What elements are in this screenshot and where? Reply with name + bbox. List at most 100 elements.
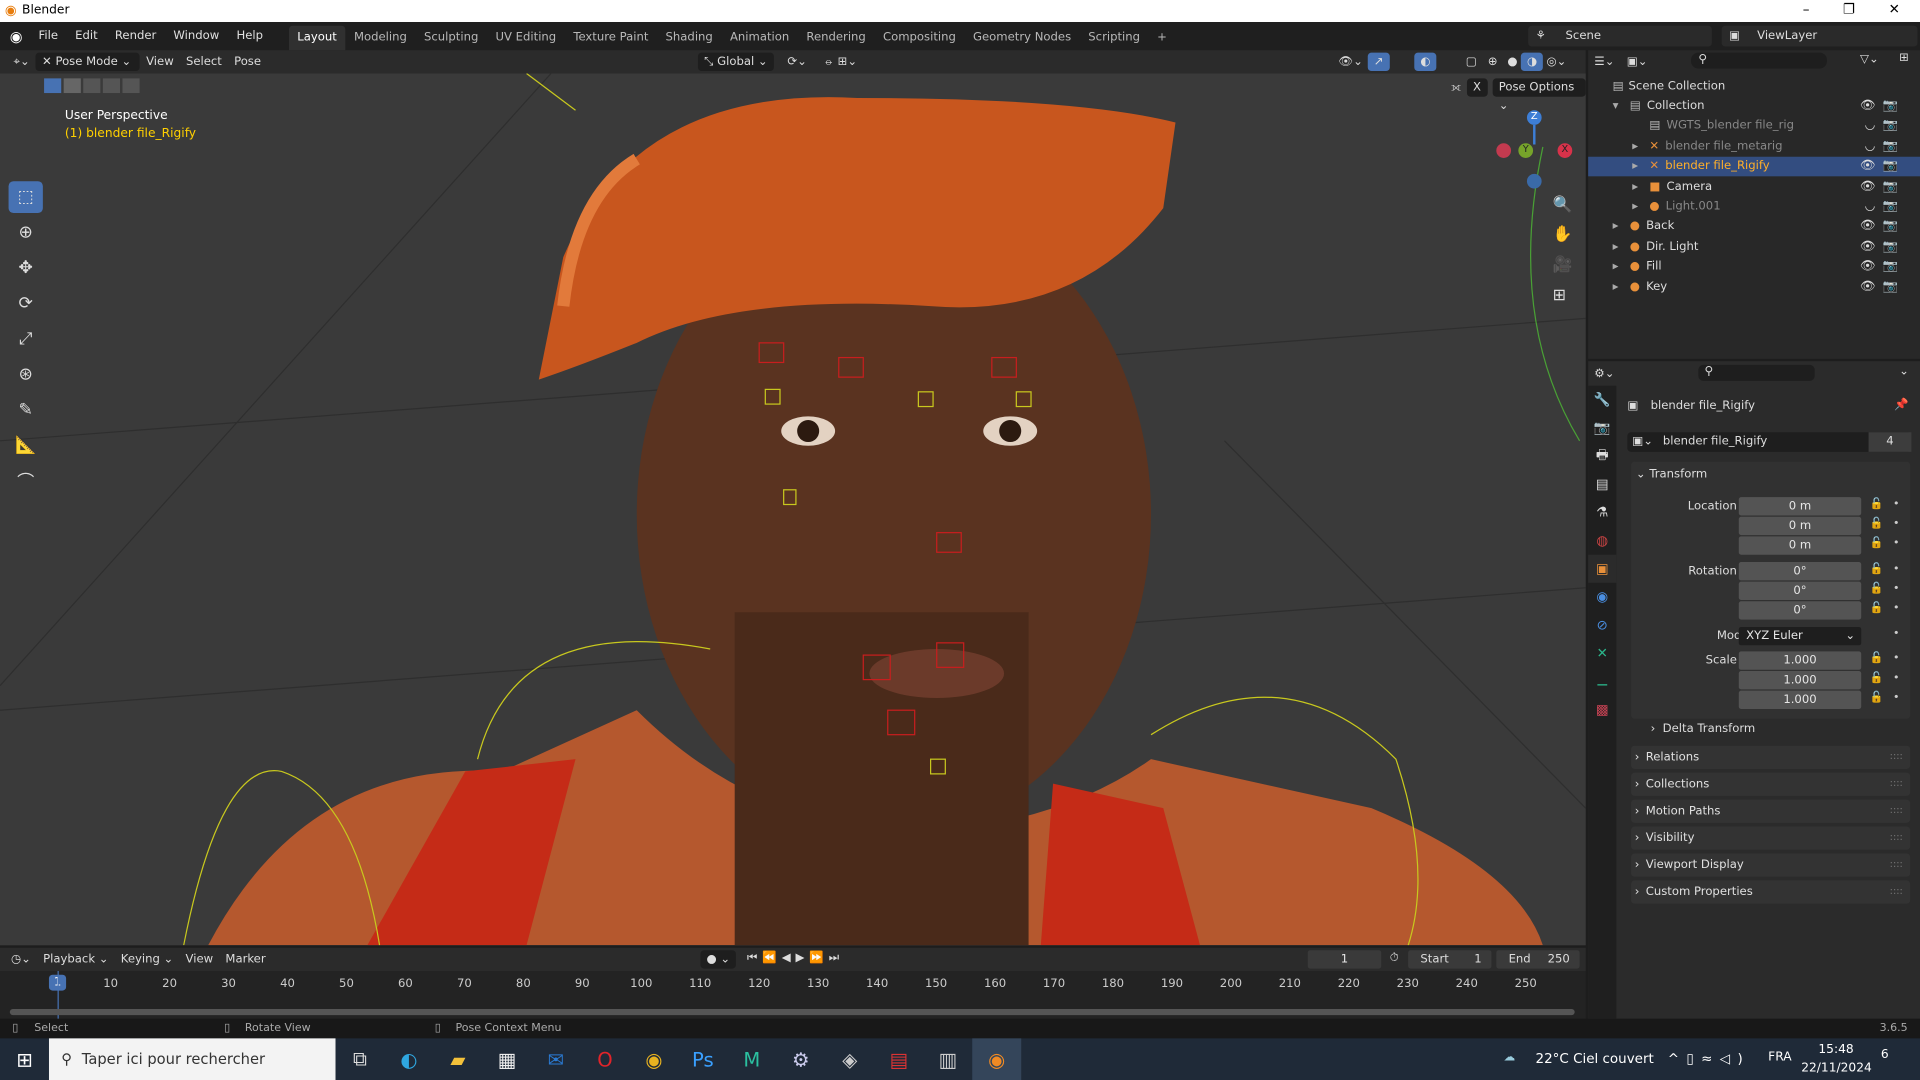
winrar-icon[interactable]: ▤ [874,1038,923,1080]
opera-icon[interactable]: O [580,1038,629,1080]
menu-render[interactable]: Render [106,22,165,50]
panel-custom-properties[interactable]: › Custom Properties:::: [1631,880,1911,904]
outliner-row[interactable]: ▤ WGTS_blender file_rig ◡📷 [1588,116,1920,136]
edge-icon[interactable]: ◐ [384,1038,433,1080]
object-tab-icon[interactable]: ▣ [1588,554,1617,583]
texture-tab-icon[interactable]: ▩ [1588,696,1616,724]
world-tab-icon[interactable]: ◍ [1588,527,1616,555]
outliner-row[interactable]: ▸ ✕ blender file_Rigify 👁📷 [1588,156,1920,177]
timeline-scrollbar[interactable] [9,1008,1575,1016]
gizmo-z-axis[interactable]: Z [1526,110,1542,125]
panel-viewport-display[interactable]: › Viewport Display:::: [1631,853,1911,877]
menu-help[interactable]: Help [228,22,272,50]
value-field[interactable]: 1.000 [1738,651,1862,670]
expand-arrow-icon[interactable]: ▸ [1613,260,1630,273]
keyframe-dot-icon[interactable]: • [1893,692,1900,704]
tray-icons[interactable]: ^▯≈◁) [1668,1051,1750,1067]
physics-tab-icon[interactable]: ◉ [1588,583,1616,611]
delta-transform-subpanel[interactable]: › Delta Transform [1643,720,1910,741]
bone-tool-icon[interactable]: ⌒ [9,465,43,497]
chrome-icon[interactable]: ◉ [629,1038,678,1080]
calculator-icon[interactable]: ▥ [923,1038,972,1080]
scale-tool-icon[interactable]: ⤢ [9,323,43,355]
menu-select[interactable]: Select [180,53,228,71]
bone-tab-icon[interactable]: ⚊ [1588,667,1616,695]
render-tab-icon[interactable]: 📷 [1588,414,1616,442]
visibility-toggles[interactable]: 👁📷 [1860,280,1905,293]
lock-icon[interactable]: 🔓 [1870,518,1884,530]
rotation-mode-dropdown[interactable]: XYZ Euler ⌄ [1738,626,1862,646]
visibility-icon[interactable]: 👁⌄ [1332,53,1369,71]
overlay-toggle-icon[interactable]: ◐ [1414,52,1437,72]
add-workspace-button[interactable]: + [1149,26,1176,50]
value-field[interactable]: 0° [1738,601,1862,620]
menu-view[interactable]: View [140,53,180,71]
steam-icon[interactable]: ⚙ [776,1038,825,1080]
lock-icon[interactable]: 🔓 [1870,672,1884,684]
select-mode-intersect-icon[interactable] [122,78,140,94]
move-tool-icon[interactable]: ✥ [9,252,43,284]
menu-pose[interactable]: Pose [228,53,267,71]
outliner-row[interactable]: ▸ ● Fill 👁📷 [1588,257,1920,277]
outliner-search-input[interactable]: ⚲ [1691,52,1827,69]
cursor-tool-icon[interactable]: ⊕ [9,217,43,249]
expand-arrow-icon[interactable]: ▸ [1632,180,1649,193]
minimize-button[interactable]: – [1782,1,1831,17]
measure-tool-icon[interactable]: 📐 [9,430,43,462]
keyframe-dot-icon[interactable]: • [1893,498,1900,510]
value-field[interactable]: 1.000 [1738,690,1862,709]
transform-panel-header[interactable]: ⌄ Transform [1636,468,1707,481]
xray-icon[interactable]: ▢ [1460,53,1483,71]
tab-modeling[interactable]: Modeling [345,26,415,50]
view-layer-tab-icon[interactable]: ▤ [1588,470,1616,498]
gizmo-neg-x-axis[interactable] [1496,143,1512,158]
3d-viewport[interactable]: ⬚ ⊕ ✥ ⟳ ⤢ ⊛ ✎ 📐 ⌒ User Perspective (1) b… [0,73,1586,946]
annotate-tool-icon[interactable]: ✎ [9,394,43,426]
outliner-row[interactable]: ▾ ▤ Collection 👁📷 [1588,96,1920,116]
tab-rendering[interactable]: Rendering [798,26,875,50]
outliner-editor-type-icon[interactable]: ☰⌄ [1588,52,1620,70]
task-view-icon[interactable]: ⧉ [336,1038,385,1080]
store-icon[interactable]: ▦ [482,1038,531,1080]
m-app-icon[interactable]: M [727,1038,776,1080]
taskbar-search[interactable]: ⚲ Taper ici pour rechercher [48,1038,336,1080]
mode-selector[interactable]: ✕ Pose Mode ⌄ [35,52,140,72]
panel-collections[interactable]: › Collections:::: [1631,772,1911,796]
gizmo-y-axis[interactable]: Y [1518,143,1534,158]
keyframe-dot-icon[interactable]: • [1893,538,1900,550]
outliner-row[interactable]: ▸ ● Light.001 ◡📷 [1588,196,1920,216]
lock-icon[interactable]: 🔓 [1870,498,1884,510]
display-mode-icon[interactable]: ▣⌄ [1621,52,1654,70]
expand-arrow-icon[interactable]: ▸ [1632,139,1649,152]
value-field[interactable]: 1.000 [1738,671,1862,690]
mirror-icon[interactable]: ⟗ [1451,81,1461,94]
panel-motion-paths[interactable]: › Motion Paths:::: [1631,799,1911,823]
notifications-badge[interactable]: 6 [1881,1048,1889,1061]
app-icon[interactable]: ◈ [825,1038,874,1080]
keyframe-dot-icon[interactable]: • [1893,672,1900,684]
gizmo-toggle-icon[interactable]: ↗ [1367,52,1390,72]
pin-icon[interactable]: 📌 [1894,398,1909,411]
lock-icon[interactable]: 🔓 [1870,692,1884,704]
snap-icon[interactable]: ⦵ ⊞⌄ [818,53,863,71]
outliner-row[interactable]: ▸ ■ Camera 👁📷 [1588,176,1920,196]
blender-taskbar-icon[interactable]: ◉ [972,1038,1022,1080]
constraints-tab-icon[interactable]: ⊘ [1588,611,1616,639]
pose-options-dropdown[interactable]: Pose Options ⌄ [1492,78,1586,113]
value-field[interactable]: 0 m [1738,536,1862,555]
value-field[interactable]: 0° [1738,581,1862,601]
outliner-row[interactable]: ▸ ● Key 👁📷 [1588,277,1920,297]
close-button[interactable]: ✕ [1870,1,1919,17]
visibility-toggles[interactable]: ◡📷 [1865,119,1906,132]
weather-text[interactable]: 22°C Ciel couvert [1536,1051,1654,1067]
menu-file[interactable]: File [30,22,67,50]
scene-selector[interactable]: ⚘ Scene [1528,25,1712,47]
visibility-toggles[interactable]: 👁📷 [1860,180,1905,193]
lock-icon[interactable]: 🔓 [1870,538,1884,550]
windows-start-icon[interactable]: ⊞ [0,1038,49,1080]
zoom-view-icon[interactable]: 🔍 [1553,196,1573,214]
camera-view-icon[interactable]: 🎥 [1553,256,1573,274]
drag-grip-icon[interactable]: :::: [1890,778,1903,789]
drag-grip-icon[interactable]: :::: [1890,831,1903,842]
menu-edit[interactable]: Edit [67,22,107,50]
